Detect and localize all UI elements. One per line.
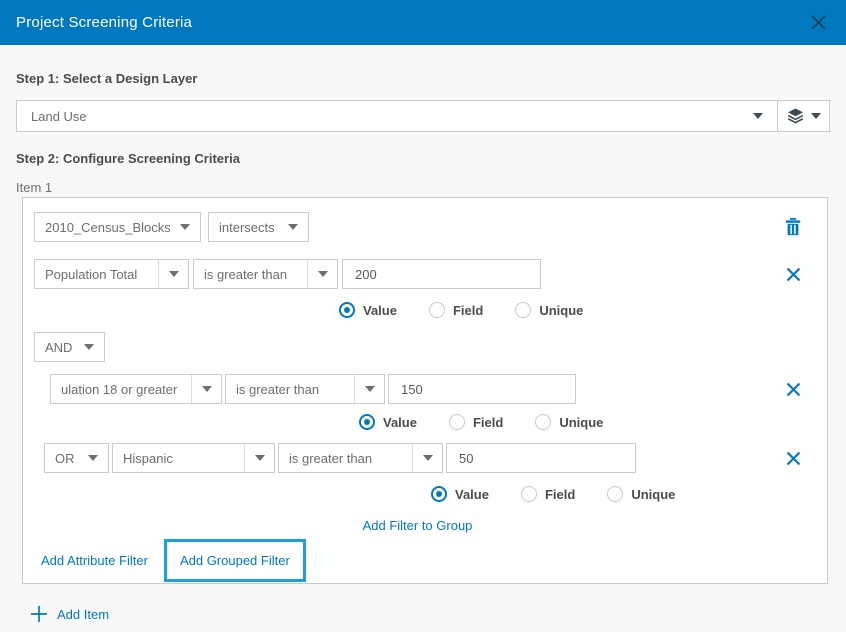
filter-actions-row: Add Attribute Filter Add Grouped Filter — [41, 539, 801, 582]
layers-icon — [787, 108, 804, 124]
chevron-down-icon — [811, 113, 821, 119]
filter1-mode-radios: Value Field Unique — [339, 302, 801, 318]
chevron-down-icon — [318, 271, 328, 277]
add-item-label: Add Item — [57, 607, 109, 622]
close-icon — [786, 267, 801, 282]
dialog-title: Project Screening Criteria — [16, 14, 192, 31]
filter2-radio-value[interactable]: Value — [359, 414, 417, 430]
chevron-down-icon — [84, 344, 94, 350]
filter3-radio-unique[interactable]: Unique — [607, 486, 675, 502]
plus-icon — [30, 605, 48, 623]
filter2-operator-value: is greater than — [226, 382, 354, 397]
chevron-down-icon — [365, 386, 375, 392]
spatial-operator-value: intersects — [209, 220, 278, 235]
filter3-operator-value: is greater than — [279, 451, 412, 466]
radio-selected-icon — [431, 486, 447, 502]
design-layer-value: Land Use — [31, 109, 87, 124]
group-logic-value: AND — [35, 340, 74, 355]
attribute-filter-row-1: Population Total is greater than — [34, 259, 801, 289]
chevron-down-icon — [180, 224, 190, 230]
spatial-operator-select[interactable]: intersects — [208, 212, 309, 242]
filter2-value-input[interactable] — [388, 374, 576, 404]
item-label: Item 1 — [16, 180, 830, 195]
filter1-operator-value: is greater than — [194, 267, 307, 282]
close-button[interactable] — [806, 11, 830, 35]
chevron-down-icon — [255, 455, 265, 461]
add-filter-to-group-row: Add Filter to Group — [34, 517, 801, 535]
close-icon — [810, 14, 827, 31]
remove-filter2-button[interactable] — [786, 382, 801, 397]
grouped-filter-row-2: OR Hispanic is greater than — [44, 443, 801, 473]
filter3-logic-select[interactable]: OR — [44, 443, 109, 473]
grouped-filter-row-1: ulation 18 or greater is greater than — [50, 374, 801, 404]
radio-selected-icon — [339, 302, 355, 318]
close-icon — [786, 451, 801, 466]
chevron-down-icon — [88, 455, 98, 461]
item-panel: 2010_Census_Blocks intersects — [22, 197, 828, 584]
step1-label: Step 1: Select a Design Layer — [16, 71, 830, 86]
filter3-value-input[interactable] — [446, 443, 636, 473]
filter3-field-value: Hispanic — [113, 451, 244, 466]
radio-icon — [449, 414, 465, 430]
filter3-operator-select[interactable]: is greater than — [278, 443, 443, 473]
add-attribute-filter-link[interactable]: Add Attribute Filter — [41, 553, 148, 568]
radio-icon — [515, 302, 531, 318]
spatial-filter-row: 2010_Census_Blocks intersects — [34, 212, 801, 242]
filter2-mode-radios: Value Field Unique — [359, 414, 801, 430]
group-logic-select[interactable]: AND — [34, 332, 105, 362]
filter3-mode-radios: Value Field Unique — [431, 486, 801, 502]
chevron-down-icon — [202, 386, 212, 392]
dialog-header: Project Screening Criteria — [0, 0, 846, 45]
filter2-field-select[interactable]: ulation 18 or greater — [50, 374, 222, 404]
trash-icon — [785, 218, 801, 236]
add-item-button[interactable]: Add Item — [30, 605, 109, 623]
filter1-operator-select[interactable]: is greater than — [193, 259, 338, 289]
filter3-logic-value: OR — [45, 451, 78, 466]
radio-icon — [535, 414, 551, 430]
dialog-body: Step 1: Select a Design Layer Land Use S… — [0, 71, 846, 623]
chevron-down-icon — [288, 224, 298, 230]
filter2-radio-unique[interactable]: Unique — [535, 414, 603, 430]
radio-icon — [429, 302, 445, 318]
filter1-radio-field[interactable]: Field — [429, 302, 483, 318]
filter1-radio-unique[interactable]: Unique — [515, 302, 583, 318]
filter1-field-value: Population Total — [35, 267, 158, 282]
radio-icon — [521, 486, 537, 502]
criteria-layer-select[interactable]: 2010_Census_Blocks — [34, 212, 201, 242]
filter1-value-input[interactable] — [342, 259, 541, 289]
add-grouped-filter-focus-outline: Add Grouped Filter — [164, 539, 306, 582]
filter3-radio-field[interactable]: Field — [521, 486, 575, 502]
filter3-field-select[interactable]: Hispanic — [112, 443, 275, 473]
design-layer-select-bar: Land Use — [16, 100, 830, 132]
group-logic-row: AND — [34, 332, 801, 362]
radio-icon — [607, 486, 623, 502]
remove-filter3-button[interactable] — [786, 451, 801, 466]
close-icon — [786, 382, 801, 397]
chevron-down-icon — [169, 271, 179, 277]
step2-label: Step 2: Configure Screening Criteria — [16, 151, 830, 166]
add-filter-to-group-link[interactable]: Add Filter to Group — [363, 518, 473, 533]
filter2-operator-select[interactable]: is greater than — [225, 374, 385, 404]
design-layer-select[interactable]: Land Use — [17, 101, 777, 131]
chevron-down-icon — [753, 113, 763, 119]
filter1-radio-value[interactable]: Value — [339, 302, 397, 318]
filter2-field-value: ulation 18 or greater — [51, 382, 191, 397]
delete-item-button[interactable] — [785, 218, 801, 236]
remove-filter1-button[interactable] — [786, 267, 801, 282]
filter1-field-select[interactable]: Population Total — [34, 259, 189, 289]
filter2-radio-field[interactable]: Field — [449, 414, 503, 430]
chevron-down-icon — [423, 455, 433, 461]
radio-selected-icon — [359, 414, 375, 430]
layer-options-button[interactable] — [777, 101, 829, 131]
filter3-radio-value[interactable]: Value — [431, 486, 489, 502]
criteria-layer-value: 2010_Census_Blocks — [35, 220, 170, 235]
add-grouped-filter-link[interactable]: Add Grouped Filter — [180, 553, 290, 568]
